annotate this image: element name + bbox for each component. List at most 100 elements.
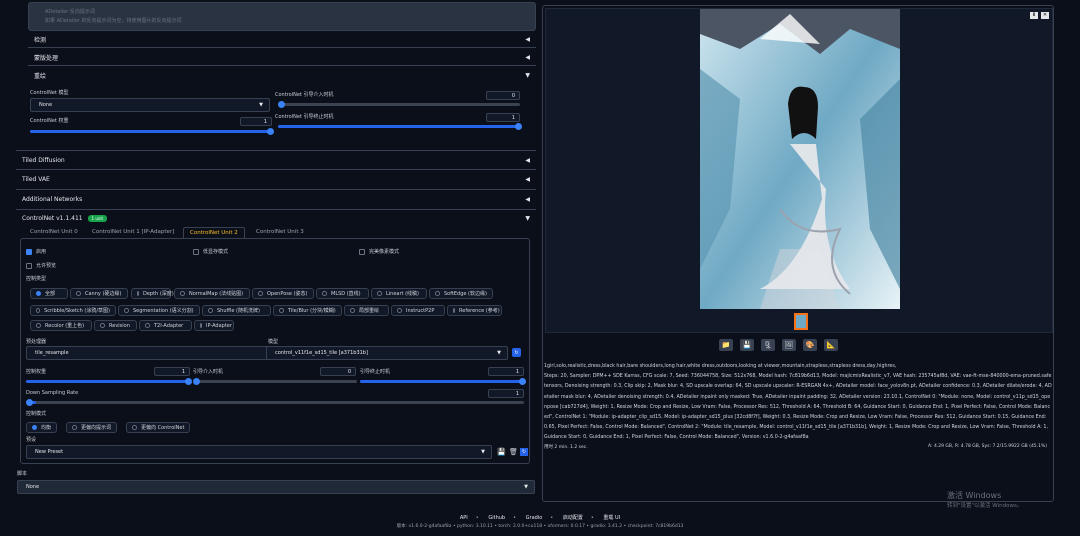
send-to-img2img-button[interactable]: 🖼	[782, 339, 796, 351]
control-type-option[interactable]: 局部重绘	[344, 305, 389, 316]
save-preset-icon[interactable]: 💾	[497, 448, 506, 456]
slider-handle[interactable]	[26, 399, 33, 406]
control-type-label: OpenPose (姿态)	[267, 291, 308, 297]
collapse-arrow-icon: ◀	[525, 156, 530, 164]
adetailer-guidance-end-slider[interactable]	[278, 123, 522, 130]
footer-link-gradio[interactable]: Gradio	[526, 515, 543, 521]
watermark-line2: 转到"设置"以激活 Windows。	[947, 503, 1023, 509]
generated-image-graphic	[700, 9, 900, 309]
control-type-option[interactable]: Canny (硬边缘)	[70, 288, 128, 299]
allow-preview-checkbox[interactable]: 允许预览	[26, 262, 56, 269]
control-type-option[interactable]: Scribble/Sketch (涂鸦/草图)	[30, 305, 116, 316]
guidance-start-input[interactable]: 0	[320, 367, 356, 376]
down-sampling-slider[interactable]	[26, 399, 524, 406]
footer-link-startup[interactable]: 启动配置	[563, 515, 583, 521]
control-type-option[interactable]: IP-Adapter	[194, 320, 234, 331]
control-type-option[interactable]: Lineart (线稿)	[371, 288, 427, 299]
control-type-option[interactable]: Revision	[94, 320, 137, 331]
control-type-option[interactable]: InstructP2P	[391, 305, 445, 316]
adetailer-negative-prompt-placeholder: 如果 ADetailer 的反向提示词为空，将使用图片的反向提示词	[45, 18, 182, 24]
enable-checkbox[interactable]: 启用	[26, 248, 46, 255]
generated-image[interactable]	[700, 9, 900, 309]
control-type-option[interactable]: NormalMap (法线贴图)	[174, 288, 250, 299]
slider-handle[interactable]	[193, 378, 200, 385]
send-to-extras-button[interactable]: 📐	[824, 339, 838, 351]
adetailer-guidance-end-input[interactable]: 1	[486, 113, 520, 122]
radio-selected-icon	[36, 291, 41, 296]
footer-link-api[interactable]: API	[460, 515, 468, 521]
control-type-option[interactable]: Reference (参考)	[447, 305, 502, 316]
dropdown-arrow-icon: ▼	[524, 484, 528, 490]
gallery-thumbnail[interactable]	[794, 313, 808, 330]
control-type-option[interactable]: MLSD (直线)	[316, 288, 369, 299]
mode-balanced[interactable]: 均衡	[26, 422, 58, 433]
adetailer-controlnet-model-value: None	[39, 102, 53, 108]
controlnet-units-badge: 1 unit	[87, 214, 108, 222]
adetailer-guidance-start-input[interactable]: 0	[486, 91, 520, 100]
slider-handle[interactable]	[185, 378, 192, 385]
tab-controlnet-unit-1[interactable]: ControlNet Unit 1 [IP-Adapter]	[86, 227, 180, 238]
adetailer-controlnet-weight-slider[interactable]	[30, 128, 274, 135]
control-weight-slider[interactable]	[26, 378, 192, 385]
expand-arrow-icon: ▼	[525, 72, 530, 79]
slider-handle[interactable]	[278, 101, 285, 108]
adetailer-controlnet-weight-input[interactable]: 1	[240, 117, 272, 126]
send-to-inpaint-button[interactable]: 🎨	[803, 339, 817, 351]
accordion-mask[interactable]: 蒙版处理 ◀	[28, 49, 536, 66]
low-vram-checkbox[interactable]: 低显存模式	[193, 248, 228, 255]
slider-handle[interactable]	[267, 128, 274, 135]
accordion-inpaint[interactable]: 重绘 ▼	[28, 67, 536, 84]
adetailer-negative-prompt-box[interactable]: ADetailer 反向提示词 如果 ADetailer 的反向提示词为空，将使…	[28, 2, 536, 31]
allow-preview-label: 允许预览	[36, 263, 57, 269]
control-type-option[interactable]: T2I-Adapter	[139, 320, 192, 331]
control-type-option[interactable]: SoftEdge (软边缘)	[429, 288, 493, 299]
tab-controlnet-unit-3[interactable]: ControlNet Unit 3	[250, 227, 310, 238]
pixel-perfect-label: 完美像素模式	[369, 249, 400, 255]
accordion-tiled-vae[interactable]: Tiled VAE ◀	[16, 170, 536, 190]
control-type-option[interactable]: 全部	[30, 288, 68, 299]
control-weight-input[interactable]: 1	[154, 367, 190, 376]
guidance-start-slider[interactable]	[193, 378, 357, 385]
tab-controlnet-unit-0[interactable]: ControlNet Unit 0	[24, 227, 84, 238]
tab-controlnet-unit-2[interactable]: ControlNet Unit 2	[183, 227, 245, 238]
zip-button[interactable]: 🗜	[761, 339, 775, 351]
footer-link-reload[interactable]: 重载 UI	[603, 515, 620, 521]
control-type-option[interactable]: Depth (深度)	[131, 288, 174, 299]
guidance-end-slider[interactable]	[360, 378, 526, 385]
refresh-models-button[interactable]: ↻	[512, 348, 521, 357]
refresh-preset-icon[interactable]: ↻	[520, 448, 528, 456]
adetailer-guidance-start-slider[interactable]	[278, 101, 520, 108]
accordion-detection[interactable]: 检测 ◀	[28, 31, 536, 48]
vram-usage: A: 4.29 GB, R: 4.78 GB, Sys: 7.2/15.9922…	[928, 444, 1047, 449]
controlnet-header[interactable]: ControlNet v1.1.411 1 unit ▼	[16, 210, 536, 226]
down-sampling-input[interactable]: 1	[488, 389, 524, 398]
accordion-additional-networks[interactable]: Additional Networks ◀	[16, 190, 536, 210]
preset-select[interactable]: New Preset ▼	[26, 445, 492, 459]
model-select[interactable]: control_v11f1e_sd15_tile [a371b31b] ▼	[266, 346, 508, 360]
slider-handle[interactable]	[519, 378, 526, 385]
delete-preset-icon[interactable]: 🗑	[509, 448, 518, 456]
adetailer-controlnet-model-select[interactable]: None ▼	[30, 98, 270, 112]
script-select[interactable]: None ▼	[17, 480, 535, 494]
footer-link-github[interactable]: Github	[488, 515, 505, 521]
download-icon[interactable]: ⬇	[1030, 12, 1038, 19]
slider-handle[interactable]	[515, 123, 522, 130]
radio-selected-icon	[32, 425, 37, 430]
accordion-tiled-diffusion[interactable]: Tiled Diffusion ◀	[16, 150, 536, 170]
save-button[interactable]: 💾	[740, 339, 754, 351]
accordion-inpaint-label: 重绘	[34, 73, 47, 80]
open-folder-button[interactable]: 📁	[719, 339, 733, 351]
preprocessor-select[interactable]: tile_resample▼	[26, 346, 278, 360]
pixel-perfect-checkbox[interactable]: 完美像素模式	[359, 248, 399, 255]
dropdown-arrow-icon: ▼	[481, 449, 485, 455]
control-type-option[interactable]: Recolor (重上色)	[30, 320, 92, 331]
control-type-option[interactable]: OpenPose (姿态)	[252, 288, 314, 299]
mode-prompt[interactable]: 更偏向提示词	[66, 422, 118, 433]
control-type-option[interactable]: Tile/Blur (分块/模糊)	[273, 305, 342, 316]
mode-controlnet[interactable]: 更偏向 ControlNet	[126, 422, 191, 433]
control-type-label: Segmentation (语义分割)	[133, 308, 194, 314]
guidance-end-input[interactable]: 1	[488, 367, 524, 376]
control-type-option[interactable]: Shuffle (随机洗牌)	[202, 305, 271, 316]
control-type-option[interactable]: Segmentation (语义分割)	[118, 305, 200, 316]
close-icon[interactable]: ✕	[1041, 12, 1049, 19]
